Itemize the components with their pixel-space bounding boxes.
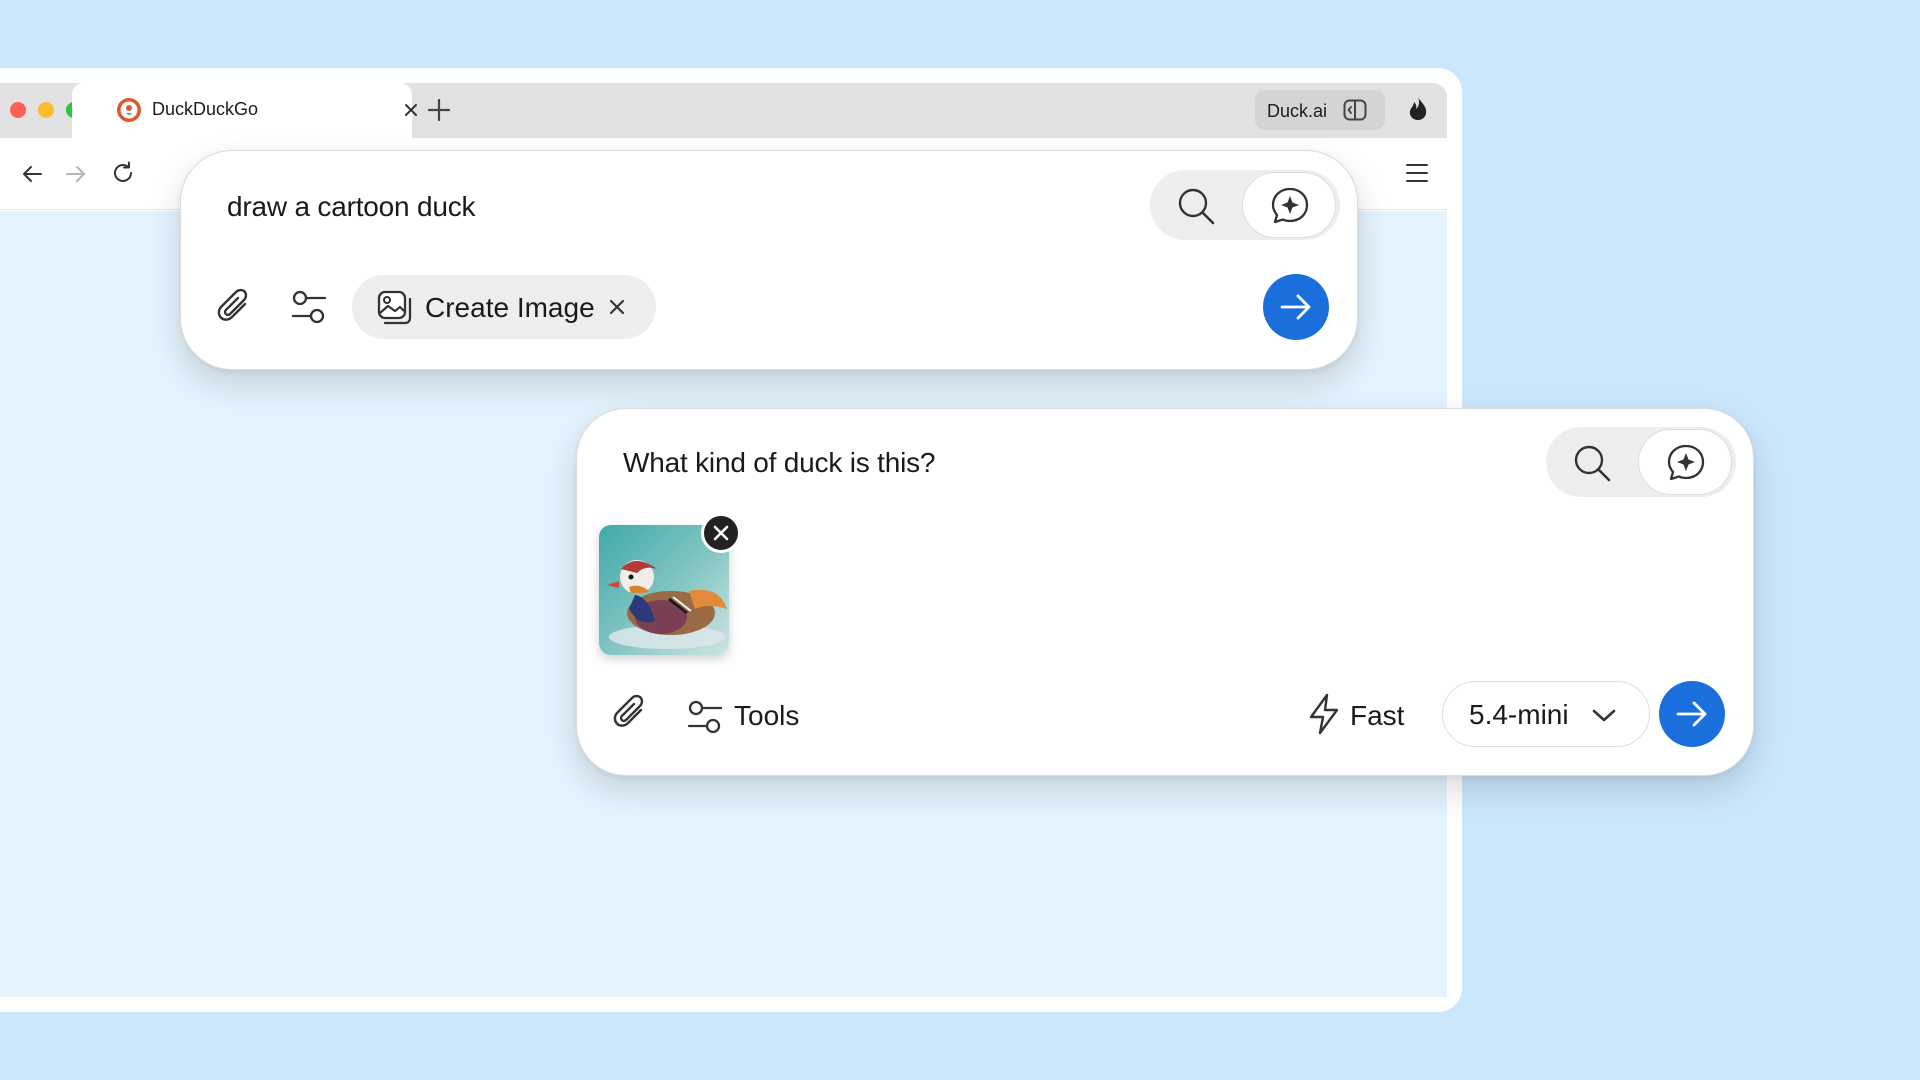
duck-ai-label: Duck.ai	[1267, 101, 1328, 121]
lightning-icon	[1309, 693, 1339, 735]
tools-label: Tools	[734, 700, 800, 731]
tab-title: DuckDuckGo	[152, 99, 259, 119]
image-stack-icon	[376, 289, 414, 327]
new-tab-plus-icon[interactable]	[426, 97, 452, 123]
fire-flame-icon[interactable]	[1407, 95, 1429, 121]
model-select-dropdown[interactable]: 5.4-mini	[1442, 681, 1650, 747]
chat-mode-button[interactable]	[1242, 172, 1336, 238]
sparkle-chat-icon	[1271, 187, 1309, 224]
image-prompt-input[interactable]: draw a cartoon duck	[227, 191, 476, 223]
search-mode-icon[interactable]	[1176, 186, 1216, 226]
hamburger-menu-icon[interactable]	[1405, 162, 1429, 184]
tab-duckduckgo[interactable]: DuckDuckGo	[72, 83, 417, 138]
remove-chip-close-icon[interactable]	[608, 298, 626, 316]
arrow-right-icon	[1280, 294, 1311, 320]
send-button[interactable]	[1263, 274, 1329, 340]
search-chat-mode-toggle	[1150, 170, 1340, 240]
send-button[interactable]	[1659, 681, 1725, 747]
arrow-right-icon	[1676, 701, 1707, 727]
duckduckgo-favicon-icon	[116, 97, 142, 123]
question-card: What kind of duck is this? Tools Fast 5.…	[576, 408, 1754, 776]
create-image-chip[interactable]: Create Image	[352, 275, 656, 339]
create-image-label: Create Image	[425, 292, 595, 323]
forward-arrow-icon[interactable]	[64, 162, 88, 186]
tools-sliders-icon[interactable]	[291, 289, 327, 325]
model-selected-label: 5.4-mini	[1469, 699, 1569, 730]
duck-ai-button[interactable]: Duck.ai	[1255, 90, 1385, 130]
attach-paperclip-icon[interactable]	[611, 691, 651, 733]
chevron-down-icon	[1592, 709, 1616, 722]
remove-image-close-icon[interactable]	[701, 513, 741, 553]
tools-button[interactable]: Tools	[687, 695, 817, 739]
fast-label: Fast	[1350, 700, 1405, 731]
search-mode-icon[interactable]	[1572, 443, 1612, 483]
sidebar-toggle-icon[interactable]	[1343, 99, 1367, 121]
tab-strip: DuckDuckGo Duck.ai	[0, 83, 1447, 138]
minimize-window-button[interactable]	[38, 102, 54, 118]
tools-sliders-icon	[687, 700, 723, 734]
chat-mode-button[interactable]	[1638, 429, 1732, 495]
attach-paperclip-icon[interactable]	[215, 285, 255, 327]
image-prompt-card: draw a cartoon duck Create Image	[180, 150, 1358, 370]
close-window-button[interactable]	[10, 102, 26, 118]
tab-close-icon[interactable]	[402, 101, 420, 119]
reload-icon[interactable]	[110, 160, 136, 186]
fast-mode-button[interactable]: Fast	[1307, 693, 1417, 737]
question-input[interactable]: What kind of duck is this?	[623, 447, 935, 479]
back-arrow-icon[interactable]	[20, 162, 44, 186]
search-chat-mode-toggle	[1546, 427, 1736, 497]
sparkle-chat-icon	[1667, 444, 1705, 481]
